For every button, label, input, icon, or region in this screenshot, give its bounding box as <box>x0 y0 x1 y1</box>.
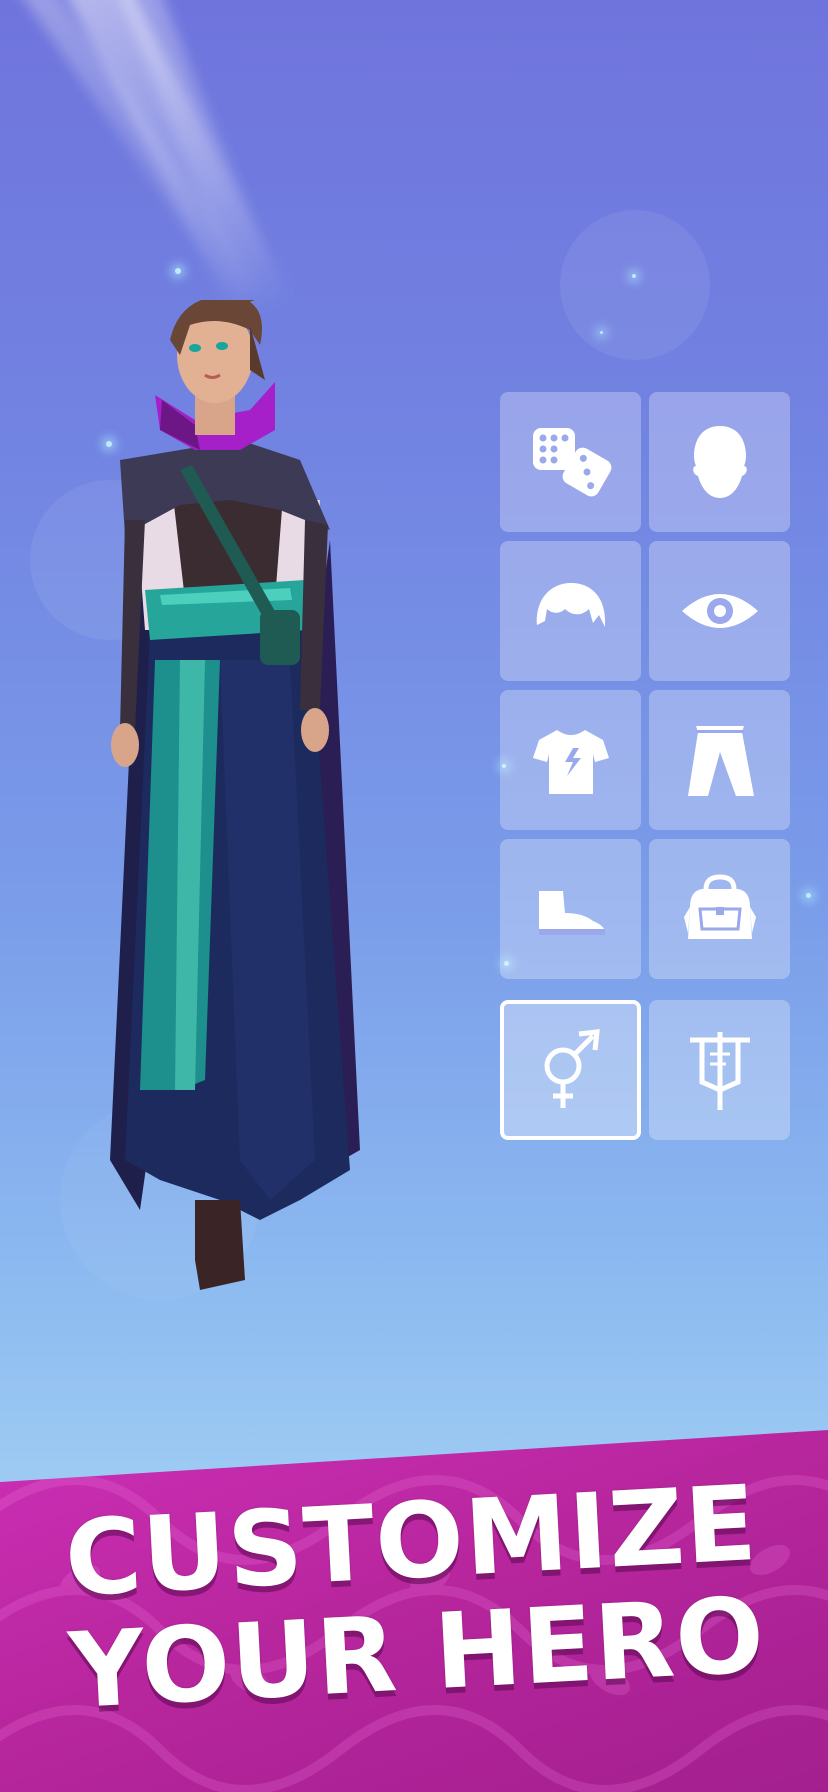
dice-icon <box>532 428 611 497</box>
bokeh <box>560 210 710 360</box>
gender-icon <box>544 1029 600 1108</box>
pants-icon <box>687 726 754 796</box>
banner-title: CUSTOMIZE YOUR HERO <box>0 1462 828 1732</box>
sparkle <box>175 268 181 274</box>
option-banner[interactable] <box>649 1000 790 1140</box>
option-eyes[interactable] <box>649 541 790 681</box>
sparkle <box>806 893 811 898</box>
eye-icon <box>681 594 758 628</box>
shirt-icon <box>532 730 609 794</box>
option-shoes[interactable] <box>500 839 641 979</box>
option-bag[interactable] <box>649 839 790 979</box>
bag-icon <box>683 874 756 939</box>
sparkle <box>600 331 603 334</box>
option-head[interactable] <box>649 392 790 532</box>
sparkle <box>632 274 636 278</box>
option-random[interactable] <box>500 392 641 532</box>
option-top[interactable] <box>500 690 641 830</box>
option-pants[interactable] <box>649 690 790 830</box>
hair-icon <box>536 583 605 627</box>
boot-icon <box>538 891 605 935</box>
banner-flag-icon <box>689 1032 750 1110</box>
customization-grid <box>500 392 790 1140</box>
game-scene: CUSTOMIZE YOUR HERO <box>0 0 828 1792</box>
head-icon <box>692 426 747 498</box>
option-gender[interactable] <box>500 1000 641 1140</box>
hero-character[interactable] <box>100 300 380 1290</box>
option-hair[interactable] <box>500 541 641 681</box>
